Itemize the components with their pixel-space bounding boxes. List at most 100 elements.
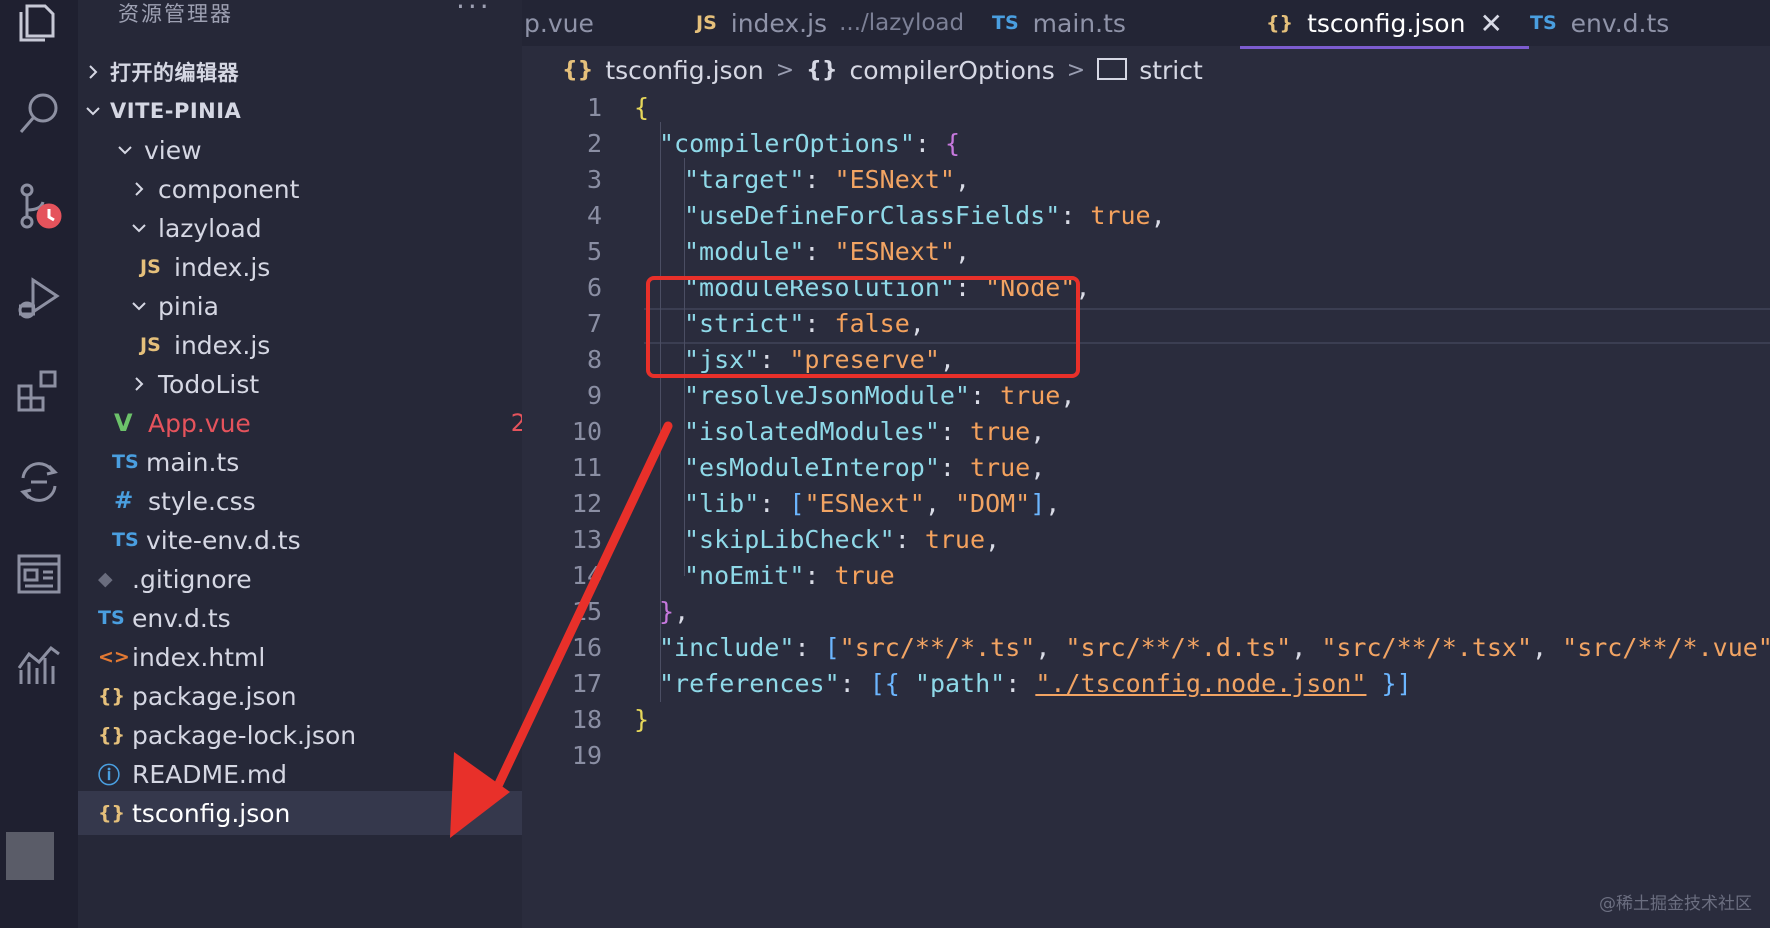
chevron-down-icon [84, 103, 102, 119]
source-control-icon[interactable] [0, 166, 78, 246]
open-editors-label: 打开的编辑器 [110, 61, 239, 85]
line-number: 18 [571, 705, 602, 734]
extensions-icon[interactable] [0, 350, 78, 430]
chevron-right-icon [130, 181, 148, 197]
code-line[interactable]: 15}, [522, 594, 1770, 630]
code-line[interactable]: 2 "compilerOptions": { [522, 126, 1770, 162]
ts-file-icon: TS [98, 607, 125, 629]
tree-file-package-json[interactable]: {} package.json [78, 674, 542, 718]
tree-folder-component[interactable]: component [78, 167, 574, 211]
ts-file-icon: TS [992, 12, 1019, 34]
code-token: "ESNext" [834, 237, 955, 266]
remote-sync-icon[interactable] [0, 442, 78, 522]
code-line[interactable]: 1{ [522, 90, 1770, 126]
tree-file-pinia-index[interactable]: JS index.js [78, 323, 584, 367]
breadcrumb-symbol[interactable]: strict [1139, 56, 1203, 85]
code-token: , [1060, 381, 1076, 410]
files-icon[interactable] [0, 0, 78, 62]
tab-path-hint: .../lazyload [839, 10, 965, 36]
tree-file-app-vue[interactable]: V App.vue 2 [78, 401, 558, 445]
code-line[interactable]: 19 [522, 738, 1770, 774]
annotation-highlight-box [646, 276, 1080, 378]
code-line[interactable]: 11 "esModuleInterop": true, [522, 450, 1770, 486]
tree-file-vite-env[interactable]: TS vite-env.d.ts [78, 518, 556, 562]
code-token: "src/**/*.tsx" [1321, 633, 1533, 662]
code-token: } [659, 597, 675, 626]
account-icon[interactable] [6, 832, 54, 880]
code-line[interactable]: 14 "noEmit": true [522, 558, 1770, 594]
project-label: VITE-PINIA [110, 99, 242, 123]
line-number: 1 [586, 93, 602, 122]
breadcrumb-file[interactable]: tsconfig.json [605, 56, 763, 85]
tree-file-main-ts[interactable]: TS main.ts [78, 440, 556, 484]
line-number: 9 [586, 381, 602, 410]
tree-folder-lazyload[interactable]: lazyload [78, 206, 574, 250]
html-file-icon: <> [98, 646, 130, 668]
code-line[interactable]: 3 "target": "ESNext", [522, 162, 1770, 198]
json-file-icon: {} [98, 685, 126, 707]
code-text: "lib": ["ESNext", "DOM"], [684, 486, 1060, 522]
tree-file-tsconfig[interactable]: {} tsconfig.json [78, 791, 542, 835]
chevron-right-icon [84, 64, 102, 80]
close-icon[interactable]: ✕ [1479, 7, 1502, 40]
project-root[interactable]: VITE-PINIA [78, 89, 528, 133]
chevron-right-icon [130, 376, 148, 392]
code-text: "target": "ESNext", [684, 162, 970, 198]
tree-folder-view[interactable]: view [78, 128, 560, 172]
code-text: "noEmit": true [684, 558, 895, 594]
code-text: "esModuleInterop": true, [684, 450, 1045, 486]
preview-icon[interactable] [0, 534, 78, 614]
line-number: 14 [571, 561, 602, 590]
tree-file-env-d-ts[interactable]: TS env.d.ts [78, 596, 542, 640]
tab-app-vue[interactable]: p.vue [524, 0, 594, 46]
more-actions-button[interactable]: ··· [456, 0, 492, 23]
code-token: "include" [659, 633, 795, 662]
code-token: { [634, 93, 650, 122]
json-file-icon: {} [562, 57, 594, 83]
tree-file-index-html[interactable]: <> index.html [78, 635, 542, 679]
code-line[interactable]: 10 "isolatedModules": true, [522, 414, 1770, 450]
breadcrumb-section[interactable]: compilerOptions [849, 56, 1054, 85]
code-token: , [1150, 201, 1166, 230]
code-token: "noEmit" [684, 561, 805, 590]
code-text: "include": ["src/**/*.ts", "src/**/*.d.t… [659, 630, 1770, 666]
code-line[interactable]: 5 "module": "ESNext", [522, 234, 1770, 270]
tree-file-style-css[interactable]: # style.css [78, 479, 558, 523]
code-line[interactable]: 13 "skipLibCheck": true, [522, 522, 1770, 558]
analytics-icon[interactable] [0, 626, 78, 706]
tab-tsconfig[interactable]: {} tsconfig.json ✕ [1240, 0, 1529, 49]
tree-folder-todolist[interactable]: TodoList [78, 362, 574, 406]
tab-main-ts[interactable]: TS main.ts [992, 0, 1126, 46]
tree-folder-pinia[interactable]: pinia [78, 284, 574, 328]
open-editors-section[interactable]: 打开的编辑器 [78, 50, 528, 94]
code-line[interactable]: 18} [522, 702, 1770, 738]
code-token: } [634, 705, 650, 734]
vue-file-icon: V [114, 409, 133, 437]
code-token: true [924, 525, 986, 554]
tab-lazyload-index[interactable]: JS index.js .../lazyload [696, 0, 964, 46]
activity-bar [0, 0, 78, 928]
tree-file-readme[interactable]: ⓘ README.md [78, 752, 542, 796]
json-file-icon: {} [98, 724, 126, 746]
tab-env-d-ts[interactable]: TS env.d.ts [1530, 0, 1669, 46]
code-token: : [804, 561, 835, 590]
code-token: , [1030, 417, 1046, 446]
tab-label: main.ts [1032, 8, 1126, 38]
code-token: , [954, 165, 971, 194]
code-line[interactable]: 4 "useDefineForClassFields": true, [522, 198, 1770, 234]
code-line[interactable]: 9 "resolveJsonModule": true, [522, 378, 1770, 414]
code-line[interactable]: 16 "include": ["src/**/*.ts", "src/**/*.d… [522, 630, 1770, 666]
file-label: .gitignore [132, 564, 252, 594]
code-token: "module" [684, 237, 805, 266]
code-line[interactable]: 17 "references": [{ "path": "./tsconfig.n… [522, 666, 1770, 702]
tree-file-gitignore[interactable]: ◆ .gitignore [78, 557, 542, 601]
chevron-down-icon [130, 298, 148, 314]
search-icon[interactable] [0, 74, 78, 154]
code-token: : [1060, 201, 1091, 230]
tree-file-lazyload-index[interactable]: JS index.js [78, 245, 584, 289]
tree-file-package-lock[interactable]: {} package-lock.json [78, 713, 542, 757]
code-token: "src/**/*.d.ts" [1065, 633, 1292, 662]
line-number: 15 [571, 597, 602, 626]
run-debug-icon[interactable] [0, 258, 78, 338]
code-line[interactable]: 12 "lib": ["ESNext", "DOM"], [522, 486, 1770, 522]
